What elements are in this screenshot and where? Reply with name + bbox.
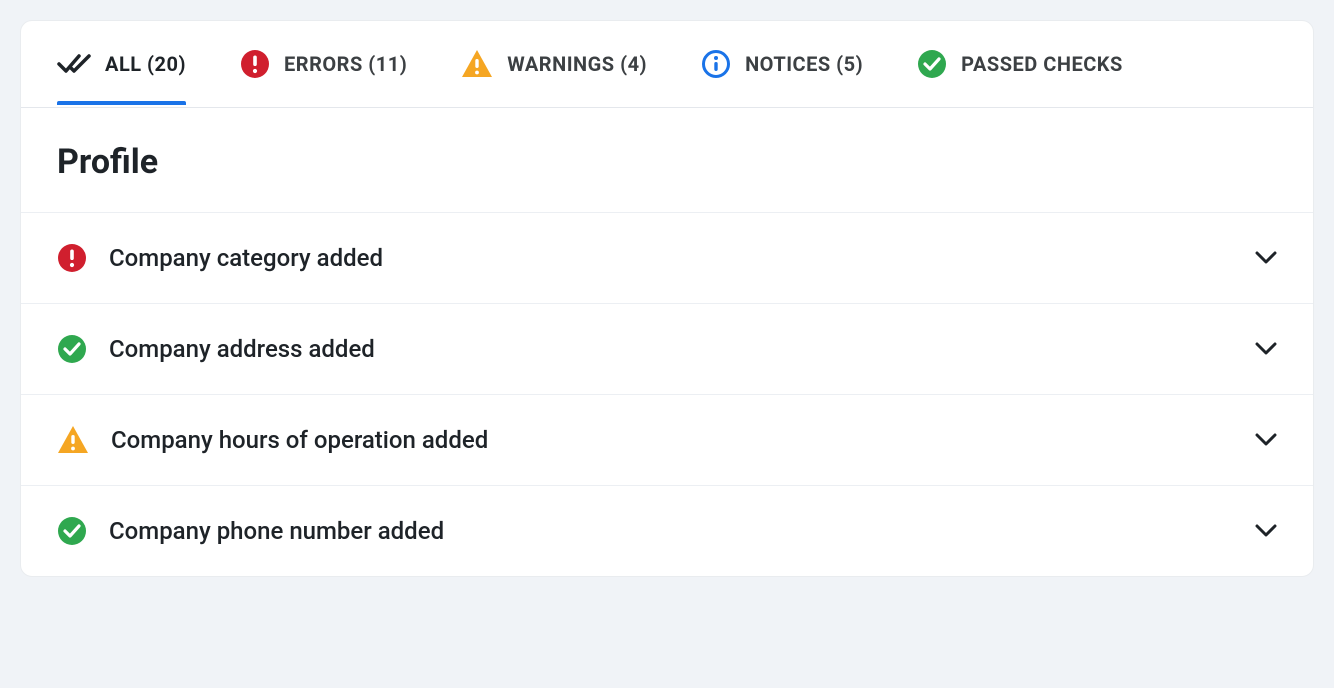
tab-passed-label: PASSED CHECKS bbox=[961, 52, 1123, 76]
section-title: Profile bbox=[21, 108, 1313, 212]
item-label: Company category added bbox=[109, 244, 383, 272]
warning-icon bbox=[461, 49, 493, 79]
item-label: Company hours of operation added bbox=[111, 426, 488, 454]
passed-icon bbox=[917, 49, 947, 79]
tab-all[interactable]: ALL (20) bbox=[57, 24, 186, 104]
chevron-down-icon bbox=[1255, 342, 1277, 356]
checks-card: ALL (20) ERRORS (11) WARNINGS (4) bbox=[20, 20, 1314, 577]
tab-errors-label: ERRORS (11) bbox=[284, 52, 407, 76]
warning-icon bbox=[57, 425, 89, 455]
tab-warnings[interactable]: WARNINGS (4) bbox=[461, 21, 647, 107]
tab-passed[interactable]: PASSED CHECKS bbox=[917, 21, 1123, 107]
item-label: Company address added bbox=[109, 335, 375, 363]
chevron-down-icon bbox=[1255, 524, 1277, 538]
chevron-down-icon bbox=[1255, 251, 1277, 265]
list-item[interactable]: Company address added bbox=[21, 303, 1313, 394]
list-item[interactable]: Company phone number added bbox=[21, 485, 1313, 576]
list-item[interactable]: Company hours of operation added bbox=[21, 394, 1313, 485]
tab-notices[interactable]: NOTICES (5) bbox=[701, 21, 863, 107]
tab-notices-label: NOTICES (5) bbox=[745, 52, 863, 76]
tabs-bar: ALL (20) ERRORS (11) WARNINGS (4) bbox=[21, 21, 1313, 108]
error-icon bbox=[240, 49, 270, 79]
item-label: Company phone number added bbox=[109, 517, 444, 545]
error-icon bbox=[57, 243, 87, 273]
tab-all-label: ALL (20) bbox=[105, 52, 186, 76]
tab-warnings-label: WARNINGS (4) bbox=[507, 52, 647, 76]
double-check-icon bbox=[57, 52, 91, 76]
list-item[interactable]: Company category added bbox=[21, 212, 1313, 303]
passed-icon bbox=[57, 516, 87, 546]
passed-icon bbox=[57, 334, 87, 364]
checks-list: Company category added Company address a… bbox=[21, 212, 1313, 576]
list-item-left: Company hours of operation added bbox=[57, 425, 488, 455]
list-item-left: Company address added bbox=[57, 334, 375, 364]
list-item-left: Company phone number added bbox=[57, 516, 444, 546]
tab-errors[interactable]: ERRORS (11) bbox=[240, 21, 407, 107]
info-icon bbox=[701, 49, 731, 79]
chevron-down-icon bbox=[1255, 433, 1277, 447]
list-item-left: Company category added bbox=[57, 243, 383, 273]
